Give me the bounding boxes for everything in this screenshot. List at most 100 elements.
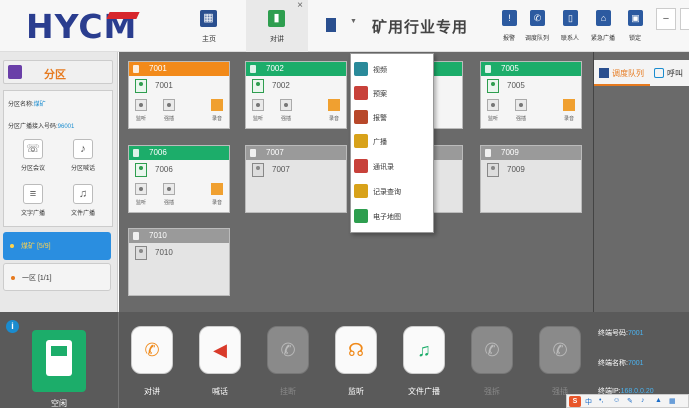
ime-toolbar[interactable]: S 中 •, ☺ ✎ ♪ ▲ ▦	[566, 394, 689, 408]
intercom-button[interactable]: ✆ 对讲	[129, 326, 175, 408]
broadcast-icon	[354, 134, 368, 148]
tab-close-button[interactable]: ×	[293, 0, 307, 12]
ime-language[interactable]: 中	[585, 397, 592, 407]
menu-item-label: 广播	[373, 139, 387, 146]
pen-icon[interactable]: ✎	[627, 397, 633, 405]
minimize-button[interactable]: −	[656, 8, 676, 30]
grid-icon[interactable]: ▦	[669, 397, 676, 405]
terminal-card-7001[interactable]: 7001 7001 监听 强插 录音	[128, 61, 230, 129]
text-broadcast-button[interactable]: ≡ 文字广播	[10, 184, 56, 220]
shirt-icon[interactable]: ▲	[655, 397, 662, 404]
menu-item-label: 电子地图	[373, 214, 401, 221]
force-insert-button[interactable]	[280, 99, 292, 111]
file-broadcast-action-button[interactable]: ♫ 文件广播	[401, 326, 447, 408]
terminal-card-header: 7001	[129, 62, 229, 76]
zone-conference-label: 分区会议	[20, 166, 45, 172]
zone-name-row: 分区名称:煤矿	[8, 99, 46, 108]
menu-item-plan[interactable]: 预案	[351, 82, 433, 104]
terminal-name-value: 7001	[627, 360, 644, 367]
zone-dot	[11, 276, 15, 280]
menu-item-map[interactable]: 电子地图	[351, 205, 433, 227]
menu-item-label: 视频	[373, 67, 387, 74]
status-phone-icon	[32, 330, 86, 392]
zone-item-label: 一区 [1/1]	[22, 275, 52, 282]
file-broadcast-label: 文件广播	[70, 211, 95, 217]
shout-button[interactable]: ◀ 喊话	[197, 326, 243, 408]
menu-item-address-book[interactable]: 通讯录	[351, 155, 433, 177]
system-title: 矿用行业专用	[372, 19, 469, 36]
monitor-label: 监听	[136, 116, 147, 122]
microphone-icon: ♪	[73, 139, 93, 159]
microphone-icon[interactable]: ♪	[641, 397, 645, 404]
tab-intercom-label: 对讲	[270, 36, 284, 43]
terminal-card-7005[interactable]: 7005 7005 监听 强插 录音	[480, 61, 582, 129]
menu-item-broadcast[interactable]: 广播	[351, 130, 433, 152]
terminal-card-hidden[interactable]	[431, 61, 463, 129]
menu-item-record-query[interactable]: 记录查询	[351, 180, 433, 202]
force-insert-button[interactable]	[163, 183, 175, 195]
zone-item-coal-mine[interactable]: 煤矿 [5/9]	[3, 232, 111, 260]
tab-home[interactable]: ▦ 主页	[178, 0, 240, 52]
terminal-card-7009[interactable]: 7009 7009	[480, 145, 582, 213]
contacts-button[interactable]: ▯ 联系人	[553, 8, 587, 48]
monitor-call-button[interactable]: ☊ 监听	[333, 326, 379, 408]
phone-icon	[485, 149, 491, 157]
force-insert-button[interactable]	[515, 99, 527, 111]
zone-broadcast-label: 分区广播接入号码:	[8, 124, 58, 130]
monitor-button[interactable]	[135, 99, 147, 111]
terminal-card-7010[interactable]: 7010 7010	[128, 228, 230, 296]
dispatch-queue-button[interactable]: ✆ 调度队列	[520, 8, 554, 48]
handset-icon: ✆	[131, 326, 173, 374]
menu-item-alarm[interactable]: 报警	[351, 106, 433, 128]
contacts-icon: ▯	[563, 10, 578, 26]
tab-dispatch-queue[interactable]: 调度队列	[594, 60, 650, 86]
force-disconnect-button[interactable]: ✆ 强拆	[469, 326, 515, 408]
zone-panel-title: 分区	[44, 69, 66, 81]
terminal-phone-icon	[487, 79, 499, 93]
monitor-button[interactable]	[252, 99, 264, 111]
info-icon[interactable]: i	[6, 320, 19, 333]
terminal-card-7007[interactable]: 7007 7007	[245, 145, 347, 213]
monitor-label: 监听	[253, 116, 264, 122]
monitor-button[interactable]	[487, 99, 499, 111]
zone-shout-button[interactable]: ♪ 分区喊话	[60, 139, 106, 175]
monitor-button[interactable]	[135, 183, 147, 195]
terminal-name: 7007	[272, 165, 290, 174]
emoji-icon[interactable]: ☺	[613, 397, 620, 404]
phone-icon	[250, 65, 256, 73]
tab-call-label: 呼叫	[667, 69, 683, 78]
terminal-id: 7007	[266, 148, 284, 157]
file-broadcast-button[interactable]: ♫ 文件广播	[60, 184, 106, 220]
terminal-name: 7005	[507, 81, 525, 90]
record-button[interactable]	[328, 99, 340, 111]
menu-item-label: 预案	[373, 91, 387, 98]
terminal-card-7002[interactable]: 7002 7002 监听 强插 录音	[245, 61, 347, 129]
lock-button[interactable]: ▣ 锁定	[618, 8, 652, 48]
monitor-label: 监听	[136, 200, 147, 206]
emergency-broadcast-button[interactable]: ⌂ 紧急广播	[586, 8, 620, 48]
hangup-button[interactable]: ✆ 挂断	[265, 326, 311, 408]
record-button[interactable]	[563, 99, 575, 111]
tab-call[interactable]: 呼叫	[652, 60, 689, 86]
tab-dropdown-button[interactable]: ▼	[350, 18, 357, 25]
plan-icon	[354, 86, 368, 100]
menu-item-video[interactable]: 视频	[351, 58, 433, 80]
terminal-card-hidden[interactable]	[431, 145, 463, 213]
zone-conference-button[interactable]: ☏ 分区会议	[10, 139, 56, 175]
tab-more-icon[interactable]	[326, 18, 336, 32]
zone-details: 分区名称:煤矿 分区广播接入号码:96001 ☏ 分区会议 ♪ 分区喊话 ≡ 文…	[3, 90, 113, 227]
close-window-button[interactable]	[680, 8, 689, 30]
force-insert-button[interactable]	[163, 99, 175, 111]
punctuation-icon[interactable]: •,	[599, 397, 603, 404]
terminal-phone-icon	[252, 163, 264, 177]
record-button[interactable]	[211, 99, 223, 111]
zone-item-area-one[interactable]: 一区 [1/1]	[3, 263, 111, 291]
zone-broadcast-row: 分区广播接入号码:96001	[8, 121, 74, 130]
text-document-icon: ≡	[23, 184, 43, 204]
record-label: 录音	[212, 116, 223, 122]
monitor-label: 监听	[488, 116, 499, 122]
terminal-name: 7002	[272, 81, 290, 90]
record-button[interactable]	[211, 183, 223, 195]
intercom-label: 对讲	[144, 387, 160, 396]
terminal-card-7006[interactable]: 7006 7006 监听 强插 录音	[128, 145, 230, 213]
